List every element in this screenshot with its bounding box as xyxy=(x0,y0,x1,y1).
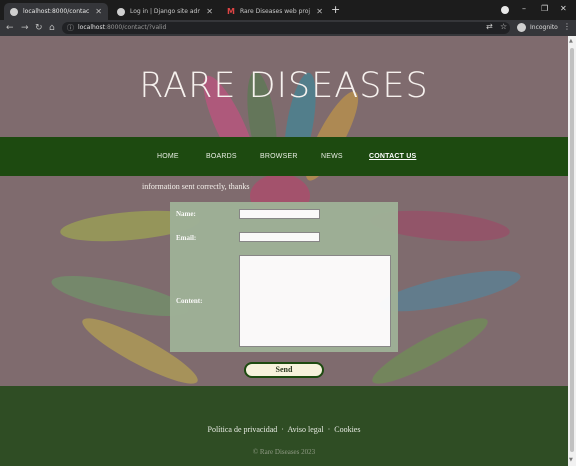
site-footer: Política de privacidad · Aviso legal · C… xyxy=(0,386,568,466)
tab-label: Rare Diseases web project Djan... xyxy=(240,8,310,15)
legal-notice-link[interactable]: Aviso legal xyxy=(288,425,324,434)
address-bar[interactable]: ⓘ localhost:8000/contact/?valid xyxy=(62,22,510,34)
site-title: RARE DISEASES xyxy=(139,66,429,106)
nav-browser[interactable]: BROWSER xyxy=(260,153,298,160)
tab-django-admin[interactable]: Log in | Django site admin ✕ xyxy=(111,3,219,20)
minimize-button[interactable]: – xyxy=(522,4,526,13)
success-message: information sent correctly, thanks xyxy=(142,182,250,191)
privacy-policy-link[interactable]: Política de privacidad xyxy=(208,425,278,434)
scrollbar-thumb[interactable] xyxy=(570,48,574,452)
tab-label: Log in | Django site admin xyxy=(130,8,201,15)
close-tab-icon[interactable]: ✕ xyxy=(316,7,323,16)
browser-menu-icon[interactable]: ⋮ xyxy=(563,22,571,31)
browser-tab-bar: localhost:8000/contact/?valid ✕ Log in |… xyxy=(0,0,576,20)
bookmark-star-icon[interactable]: ☆ xyxy=(500,22,507,31)
home-icon[interactable]: ⌂ xyxy=(49,22,55,34)
content-textarea[interactable] xyxy=(239,255,391,347)
name-input[interactable] xyxy=(239,209,320,219)
globe-icon xyxy=(10,7,18,16)
page-viewport: RARE DISEASES HOME BOARDS BROWSER NEWS C… xyxy=(0,36,568,466)
gmail-icon: M xyxy=(227,6,235,16)
restore-button[interactable]: ❐ xyxy=(541,4,548,13)
footer-links: Política de privacidad · Aviso legal · C… xyxy=(0,425,568,434)
content-label: Content: xyxy=(176,297,203,305)
nav-contact-us[interactable]: CONTACT US xyxy=(369,153,416,160)
translate-icon[interactable]: ⇄ xyxy=(486,22,493,31)
close-tab-icon[interactable]: ✕ xyxy=(206,7,213,16)
close-window-button[interactable]: ✕ xyxy=(560,4,567,13)
incognito-label: Incognito xyxy=(530,24,558,31)
site-info-icon[interactable]: ⓘ xyxy=(67,23,74,33)
new-tab-button[interactable]: + xyxy=(331,4,340,16)
nav-boards[interactable]: BOARDS xyxy=(206,153,237,160)
browser-toolbar: ← → ↻ ⌂ ⓘ localhost:8000/contact/?valid … xyxy=(0,20,576,36)
forward-icon[interactable]: → xyxy=(21,22,29,34)
scroll-down-icon[interactable]: ▼ xyxy=(569,457,573,463)
profile-menu-icon[interactable] xyxy=(501,6,509,14)
send-button[interactable]: Send xyxy=(244,362,324,378)
incognito-icon[interactable] xyxy=(517,23,526,32)
footer-separator: · xyxy=(281,425,284,434)
cookies-link[interactable]: Cookies xyxy=(334,425,360,434)
footer-separator: · xyxy=(327,425,331,434)
scroll-up-icon[interactable]: ▲ xyxy=(569,38,573,44)
tab-contact[interactable]: localhost:8000/contact/?valid ✕ xyxy=(4,3,108,20)
email-input[interactable] xyxy=(239,232,320,242)
contact-form: Name: Email: Content: xyxy=(170,202,398,352)
nav-home[interactable]: HOME xyxy=(157,153,179,160)
back-icon[interactable]: ← xyxy=(6,22,14,34)
reload-icon[interactable]: ↻ xyxy=(35,22,43,34)
tab-label: localhost:8000/contact/?valid xyxy=(23,8,90,15)
page-scrollbar[interactable]: ▲ ▼ xyxy=(568,36,576,466)
globe-icon xyxy=(117,7,125,16)
copyright-text: © Rare Diseases 2023 xyxy=(252,448,316,456)
nav-news[interactable]: NEWS xyxy=(321,153,343,160)
close-tab-icon[interactable]: ✕ xyxy=(95,7,102,16)
tab-gmail[interactable]: M Rare Diseases web project Djan... ✕ xyxy=(221,3,329,20)
email-label: Email: xyxy=(176,234,197,242)
url-text: localhost:8000/contact/?valid xyxy=(78,24,167,31)
name-label: Name: xyxy=(176,210,196,218)
main-nav: HOME BOARDS BROWSER NEWS CONTACT US xyxy=(0,137,568,176)
